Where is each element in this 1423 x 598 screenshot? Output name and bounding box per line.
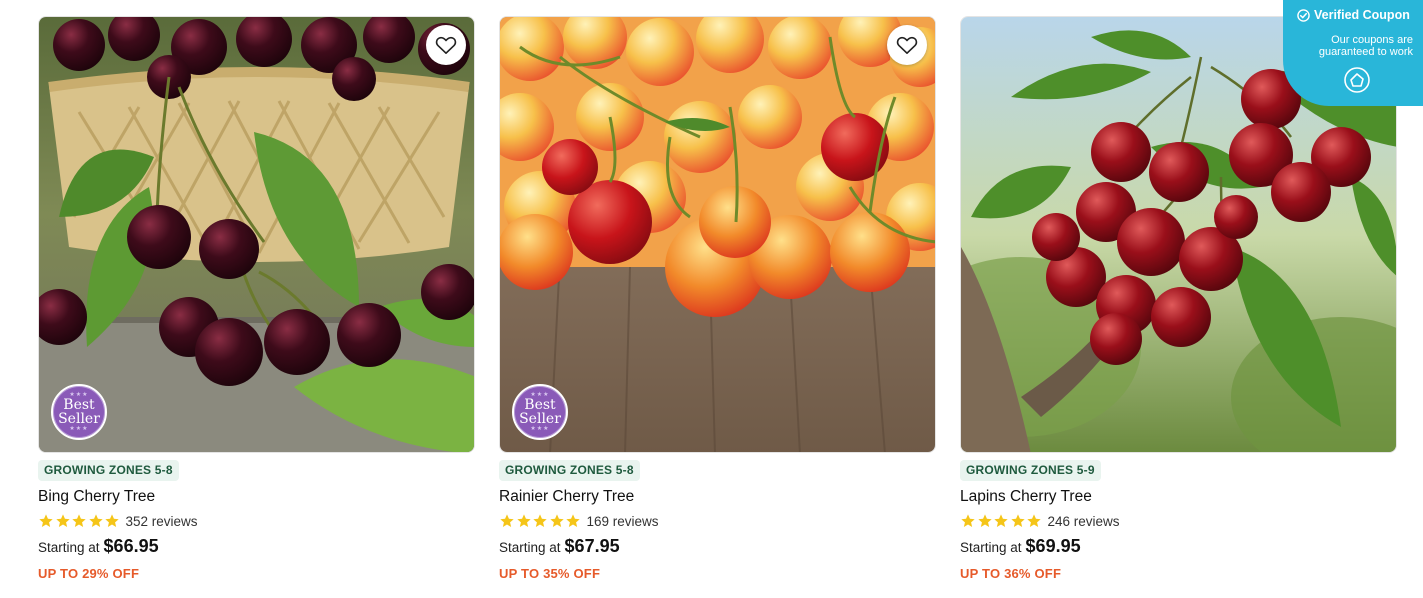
verified-coupon-banner[interactable]: Verified Coupon Our coupons are guarante…	[1283, 0, 1423, 106]
badge-line-1: Best	[524, 397, 556, 413]
favorite-button[interactable]	[887, 25, 927, 65]
product-name[interactable]: Lapins Cherry Tree	[960, 488, 1092, 506]
star-icon	[566, 514, 580, 527]
star-icon	[549, 514, 564, 527]
star-icon	[977, 514, 992, 527]
price-row: Starting at $66.95	[38, 536, 159, 557]
discount-label: UP TO 35% OFF	[499, 566, 601, 581]
star-icon	[55, 514, 70, 527]
star-icon	[961, 514, 975, 527]
dark-cherries-image	[39, 17, 474, 452]
star-icon	[533, 514, 547, 527]
star-rating	[960, 513, 1043, 529]
product-grid: ★★★ Best Seller ★★★ GROWING ZONES 5-8 Bi…	[38, 16, 1398, 596]
star-icon	[39, 514, 53, 527]
product-name[interactable]: Bing Cherry Tree	[38, 488, 155, 506]
favorite-button[interactable]	[426, 25, 466, 65]
star-rating	[499, 513, 582, 529]
heart-icon	[896, 36, 918, 54]
star-icon	[88, 514, 103, 527]
badge-stars-icon: ★★★	[69, 425, 89, 432]
product-name[interactable]: Rainier Cherry Tree	[499, 488, 634, 506]
growing-zones-tag: GROWING ZONES 5-9	[960, 460, 1101, 481]
coupon-title-row: Verified Coupon	[1297, 8, 1410, 22]
product-card-rainier-cherry[interactable]: ★★★ Best Seller ★★★ GROWING ZONES 5-8 Ra…	[499, 16, 936, 596]
review-count[interactable]: 246 reviews	[1048, 514, 1120, 529]
price: $67.95	[564, 536, 620, 556]
star-rating	[38, 513, 121, 529]
review-count[interactable]: 352 reviews	[126, 514, 198, 529]
star-icon	[105, 514, 119, 527]
discount-label: UP TO 29% OFF	[38, 566, 140, 581]
heart-icon	[435, 36, 457, 54]
rainier-cherries-image	[500, 17, 935, 452]
rating-row[interactable]: 169 reviews	[499, 513, 659, 529]
star-icon	[1027, 514, 1041, 527]
growing-zones-tag: GROWING ZONES 5-8	[38, 460, 179, 481]
coupon-title: Verified Coupon	[1314, 8, 1410, 22]
coupon-subtitle: Our coupons are guaranteed to work	[1318, 34, 1413, 58]
badge-stars-icon: ★★★	[530, 425, 550, 432]
starting-at-label: Starting at	[38, 540, 100, 555]
growing-zones-tag: GROWING ZONES 5-8	[499, 460, 640, 481]
price-row: Starting at $69.95	[960, 536, 1081, 557]
best-seller-badge: ★★★ Best Seller ★★★	[51, 384, 107, 440]
price: $69.95	[1025, 536, 1081, 556]
star-icon	[1010, 514, 1025, 527]
best-seller-badge: ★★★ Best Seller ★★★	[512, 384, 568, 440]
starting-at-label: Starting at	[960, 540, 1022, 555]
review-count[interactable]: 169 reviews	[587, 514, 659, 529]
price-row: Starting at $67.95	[499, 536, 620, 557]
discount-label: UP TO 36% OFF	[960, 566, 1062, 581]
check-circle-icon	[1297, 8, 1310, 22]
badge-line-1: Best	[63, 397, 95, 413]
rating-row[interactable]: 246 reviews	[960, 513, 1120, 529]
star-icon	[500, 514, 514, 527]
star-icon	[516, 514, 531, 527]
price: $66.95	[103, 536, 159, 556]
product-image[interactable]: ★★★ Best Seller ★★★	[38, 16, 475, 453]
star-icon	[72, 514, 86, 527]
shield-logo-icon	[1344, 67, 1370, 93]
badge-line-2: Seller	[519, 411, 561, 427]
badge-line-2: Seller	[58, 411, 100, 427]
star-icon	[994, 514, 1008, 527]
starting-at-label: Starting at	[499, 540, 561, 555]
rating-row[interactable]: 352 reviews	[38, 513, 198, 529]
product-card-bing-cherry[interactable]: ★★★ Best Seller ★★★ GROWING ZONES 5-8 Bi…	[38, 16, 475, 596]
product-image[interactable]: ★★★ Best Seller ★★★	[499, 16, 936, 453]
